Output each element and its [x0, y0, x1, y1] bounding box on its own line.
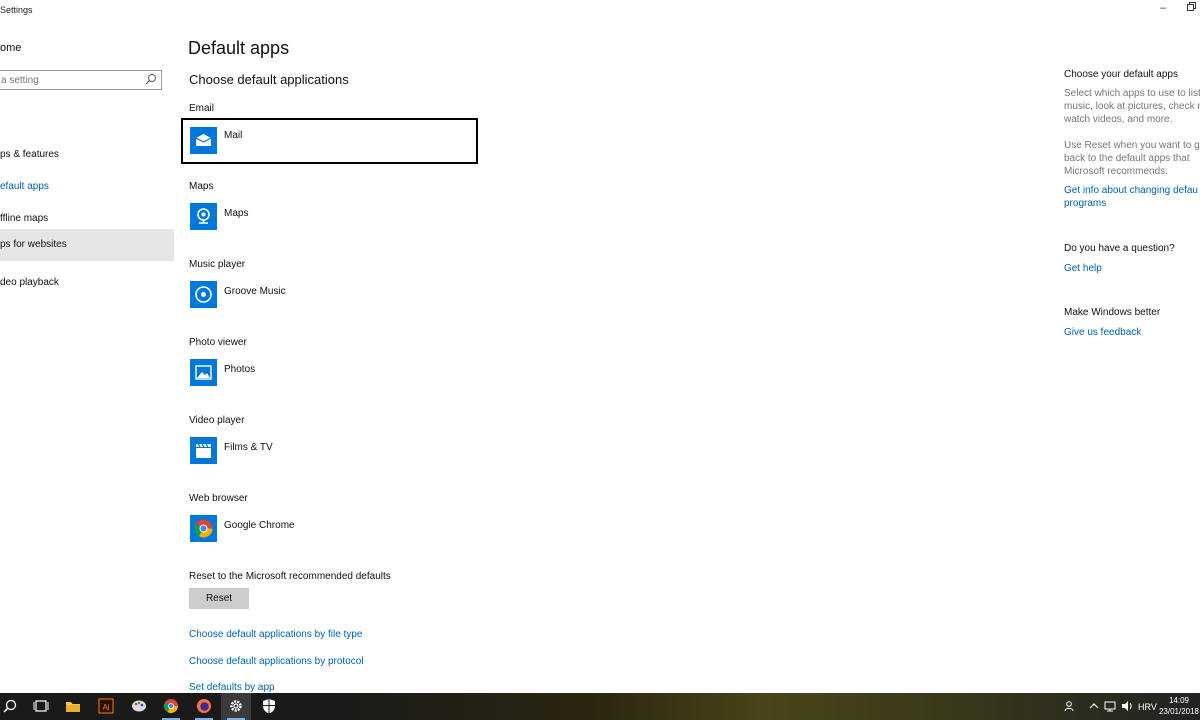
question-heading: Do you have a question?	[1064, 243, 1175, 254]
reset-label: Reset to the Microsoft recommended defau…	[189, 571, 391, 582]
category-label-email: Email	[189, 103, 215, 114]
app-name: Photos	[224, 364, 256, 375]
network-button[interactable]	[1103, 693, 1117, 720]
clock-time: 14:09	[1168, 696, 1190, 705]
get-help-link[interactable]: Get help	[1064, 262, 1102, 275]
page-title: Default apps	[188, 38, 290, 58]
defender-taskbar-button[interactable]	[254, 693, 284, 720]
clock[interactable]: 14:09 23/01/2018	[1158, 695, 1200, 717]
minimize-button[interactable]: –	[1152, 2, 1174, 14]
illustrator-button[interactable]: Ai	[91, 693, 121, 720]
volume-icon	[1122, 701, 1132, 711]
search-input[interactable]	[1, 73, 141, 87]
nav-item-video-playback[interactable]: deo playback	[0, 267, 174, 299]
restore-icon	[1186, 2, 1196, 11]
reset-button[interactable]: Reset	[189, 588, 249, 609]
settings-nav: ome ps & features efault apps ffline map…	[0, 22, 174, 692]
search-icon[interactable]	[145, 73, 157, 85]
restore-button[interactable]	[1180, 2, 1200, 14]
app-name: Google Chrome	[224, 520, 295, 531]
link-set-defaults-by-app[interactable]: Set defaults by app	[189, 682, 275, 693]
nav-item-default-apps[interactable]: efault apps	[0, 171, 174, 203]
svg-text:Ai: Ai	[102, 703, 109, 712]
people-button[interactable]	[1062, 693, 1078, 720]
firefox-taskbar-button[interactable]	[189, 693, 219, 720]
paint-icon	[132, 700, 146, 712]
network-icon	[1104, 701, 1116, 712]
app-name: Maps	[224, 208, 249, 219]
link-changing-defaults[interactable]: Get info about changing defau programs	[1064, 184, 1198, 210]
category-label-photo-viewer: Photo viewer	[189, 337, 247, 348]
taskbar: Ai HRV 14:09 23/01/2018	[0, 693, 1200, 720]
default-app-photo-viewer[interactable]: Photos	[188, 354, 478, 398]
windows-defender-icon	[263, 699, 275, 714]
nav-home[interactable]: ome	[0, 42, 21, 54]
default-app-video-player[interactable]: Films & TV	[188, 432, 478, 476]
input-language[interactable]: HRV	[1138, 702, 1158, 720]
category-label-music-player: Music player	[189, 259, 246, 270]
nav-item-apps-features[interactable]: ps & features	[0, 139, 174, 171]
default-app-maps[interactable]: Maps	[188, 198, 478, 242]
help-heading: Choose your default apps	[1064, 69, 1178, 80]
nav-item-apps-for-websites[interactable]: ps for websites	[0, 229, 174, 261]
paint-button[interactable]	[124, 693, 154, 720]
window-title: Settings	[0, 5, 33, 15]
chrome-icon	[190, 515, 217, 542]
default-app-music-player[interactable]: Groove Music	[188, 276, 478, 320]
show-hidden-icons-button[interactable]	[1088, 693, 1100, 720]
default-app-web-browser[interactable]: Google Chrome	[188, 510, 478, 554]
photos-icon	[190, 359, 217, 386]
mail-icon	[190, 127, 217, 154]
category-label-maps: Maps	[189, 181, 214, 192]
default-app-email[interactable]: Mail	[181, 118, 478, 164]
people-icon	[1064, 701, 1074, 712]
chrome-taskbar-button[interactable]	[156, 693, 186, 720]
adobe-illustrator-icon: Ai	[98, 698, 114, 714]
file-explorer-button[interactable]	[58, 693, 88, 720]
chrome-icon	[164, 699, 178, 713]
task-view-button[interactable]	[26, 693, 56, 720]
feedback-heading: Make Windows better	[1064, 307, 1161, 318]
films-tv-icon	[190, 437, 217, 464]
help-text-1: Select which apps to use to list music, …	[1064, 88, 1200, 125]
chevron-up-icon	[1089, 703, 1099, 709]
task-view-icon	[33, 700, 49, 712]
link-by-file-type[interactable]: Choose default applications by file type	[189, 629, 362, 640]
file-explorer-icon	[66, 702, 80, 712]
category-label-video-player: Video player	[189, 415, 245, 426]
settings-search-box[interactable]	[0, 70, 162, 90]
settings-taskbar-button[interactable]	[221, 693, 251, 720]
app-name: Films & TV	[224, 442, 273, 453]
maps-icon	[190, 203, 217, 230]
clock-date: 23/01/2018	[1158, 707, 1200, 716]
category-label-web-browser: Web browser	[189, 493, 248, 504]
app-name: Groove Music	[224, 286, 286, 297]
volume-button[interactable]	[1120, 693, 1134, 720]
section-subheader: Choose default applications	[189, 72, 349, 87]
groove-music-icon	[190, 281, 217, 308]
app-name: Mail	[224, 130, 243, 141]
link-by-protocol[interactable]: Choose default applications by protocol	[189, 656, 364, 667]
firefox-icon	[197, 699, 211, 713]
help-text-2: Use Reset when you want to go back to th…	[1064, 140, 1200, 177]
give-feedback-link[interactable]: Give us feedback	[1064, 326, 1141, 339]
title-bar: Settings –	[0, 0, 1200, 22]
settings-icon	[230, 700, 242, 712]
